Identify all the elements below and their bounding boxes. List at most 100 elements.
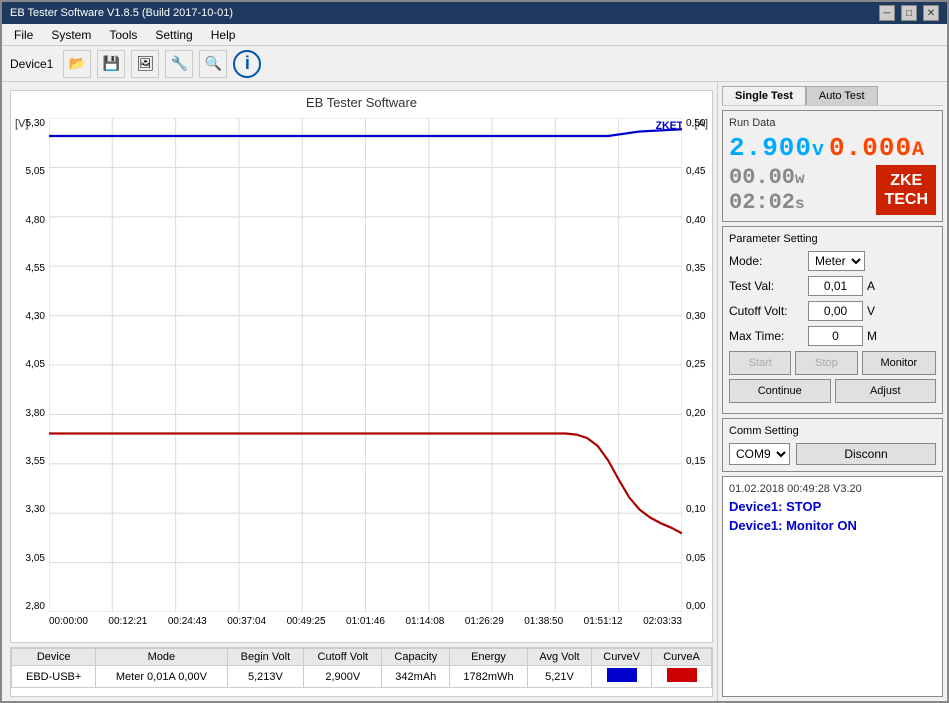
- status-line3: Device1: Monitor ON: [729, 518, 936, 533]
- chart-wrapper: [V] [A] 5,30 5,05 4,80 4,55 4,30 4,05 3,…: [11, 114, 712, 642]
- col-curvea: CurveA: [652, 649, 712, 666]
- param-testval-unit: A: [867, 279, 887, 293]
- col-device: Device: [12, 649, 96, 666]
- y-right-5: 0,25: [686, 359, 705, 370]
- main-window: EB Tester Software V1.8.5 (Build 2017-10…: [0, 0, 949, 703]
- y-right-4: 0,30: [686, 311, 705, 322]
- run-time: 02:02s: [729, 190, 805, 215]
- y-right-6: 0,20: [686, 408, 705, 419]
- y-left-7: 3,55: [26, 456, 45, 467]
- chart-area: EB Tester Software [V] [A] 5,30 5,05 4,8…: [10, 90, 713, 643]
- disconnect-button[interactable]: Disconn: [796, 443, 936, 465]
- run-data-box: Run Data 2.900v 0.000A 00.00w: [722, 110, 943, 222]
- y-right-10: 0,00: [686, 601, 705, 612]
- max-time-input[interactable]: [808, 326, 863, 346]
- y-left-3: 4,55: [26, 263, 45, 274]
- y-left-10: 2,80: [26, 601, 45, 612]
- param-mode-row: Mode: Meter CC CP: [729, 251, 936, 271]
- y-left-0: 5,30: [26, 118, 45, 129]
- continue-button[interactable]: Continue: [729, 379, 831, 403]
- y-right-2: 0,40: [686, 215, 705, 226]
- y-axis-left: 5,30 5,05 4,80 4,55 4,30 4,05 3,80 3,55 …: [11, 118, 49, 612]
- chart-title: EB Tester Software: [11, 91, 712, 114]
- status-line2: Device1: STOP: [729, 499, 936, 514]
- cell-curvea: [652, 666, 712, 688]
- main-content: EB Tester Software [V] [A] 5,30 5,05 4,8…: [2, 82, 947, 701]
- maximize-button[interactable]: □: [901, 5, 917, 21]
- right-panel: Single Test Auto Test Run Data 2.900v 0.…: [717, 82, 947, 701]
- stop-button[interactable]: Stop: [795, 351, 857, 375]
- run-watt: 00.00w: [729, 165, 805, 190]
- menu-tools[interactable]: Tools: [101, 26, 145, 44]
- com-port-select[interactable]: COM9 COM1 COM2 COM3: [729, 443, 790, 465]
- cell-capacity: 342mAh: [382, 666, 450, 688]
- y-left-1: 5,05: [26, 166, 45, 177]
- zke-logo: ZKE TECH: [876, 165, 936, 215]
- col-capacity: Capacity: [382, 649, 450, 666]
- table-row: EBD-USB+ Meter 0,01A 0,00V 5,213V 2,900V…: [12, 666, 712, 688]
- menu-setting[interactable]: Setting: [147, 26, 200, 44]
- tab-auto-test[interactable]: Auto Test: [806, 86, 878, 105]
- cell-begin-volt: 5,213V: [227, 666, 304, 688]
- param-box: Parameter Setting Mode: Meter CC CP Test…: [722, 226, 943, 414]
- y-left-8: 3,30: [26, 504, 45, 515]
- close-button[interactable]: ✕: [923, 5, 939, 21]
- param-cutoff-label: Cutoff Volt:: [729, 304, 804, 318]
- param-maxtime-unit: M: [867, 329, 887, 343]
- y-right-0: 0,50: [686, 118, 705, 129]
- y-right-3: 0,35: [686, 263, 705, 274]
- comm-box: Comm Setting COM9 COM1 COM2 COM3 Disconn: [722, 418, 943, 472]
- zoom-button[interactable]: 🔍: [199, 50, 227, 78]
- y-right-9: 0,05: [686, 553, 705, 564]
- open-button[interactable]: 📂: [63, 50, 91, 78]
- menu-help[interactable]: Help: [203, 26, 244, 44]
- chart-svg: ZKETECH: [49, 118, 682, 612]
- y-right-8: 0,10: [686, 504, 705, 515]
- param-title: Parameter Setting: [729, 233, 936, 245]
- save-button[interactable]: 💾: [97, 50, 125, 78]
- btn-row-2: Continue Adjust: [729, 379, 936, 403]
- toolbar: Device1 📂 💾 🖼 🔧 🔍 i: [2, 46, 947, 82]
- curvev-swatch: [607, 668, 637, 682]
- cell-avg-volt: 5,21V: [527, 666, 591, 688]
- tools-button[interactable]: 🔧: [165, 50, 193, 78]
- y-left-6: 3,80: [26, 408, 45, 419]
- comm-row: COM9 COM1 COM2 COM3 Disconn: [729, 443, 936, 465]
- btn-row-1: Start Stop Monitor: [729, 351, 936, 375]
- adjust-button[interactable]: Adjust: [835, 379, 937, 403]
- minimize-button[interactable]: ─: [879, 5, 895, 21]
- menu-bar: File System Tools Setting Help: [2, 24, 947, 46]
- start-button[interactable]: Start: [729, 351, 791, 375]
- y-right-1: 0,45: [686, 166, 705, 177]
- mode-select[interactable]: Meter CC CP: [808, 251, 865, 271]
- monitor-button[interactable]: Monitor: [862, 351, 936, 375]
- info-button[interactable]: i: [233, 50, 261, 78]
- cell-energy: 1782mWh: [450, 666, 528, 688]
- comm-title: Comm Setting: [729, 425, 936, 437]
- cutoff-volt-input[interactable]: [808, 301, 863, 321]
- test-val-input[interactable]: [808, 276, 863, 296]
- param-maxtime-row: Max Time: M: [729, 326, 936, 346]
- screenshot-button[interactable]: 🖼: [131, 50, 159, 78]
- run-data-row1: 2.900v 0.000A: [729, 133, 936, 163]
- param-testval-row: Test Val: A: [729, 276, 936, 296]
- x-axis: 00:00:00 00:12:21 00:24:43 00:37:04 00:4…: [49, 612, 682, 642]
- y-left-5: 4,05: [26, 359, 45, 370]
- run-voltage: 2.900v: [729, 133, 825, 163]
- svg-text:ZKETECH: ZKETECH: [656, 120, 682, 132]
- col-energy: Energy: [450, 649, 528, 666]
- col-avg-volt: Avg Volt: [527, 649, 591, 666]
- run-data-row2: 00.00w 02:02s ZKE TECH: [729, 165, 936, 215]
- param-mode-label: Mode:: [729, 254, 804, 268]
- menu-system[interactable]: System: [43, 26, 99, 44]
- col-mode: Mode: [96, 649, 227, 666]
- title-bar: EB Tester Software V1.8.5 (Build 2017-10…: [2, 2, 947, 24]
- cell-cutoff-volt: 2,900V: [304, 666, 382, 688]
- menu-file[interactable]: File: [6, 26, 41, 44]
- col-curvev: CurveV: [592, 649, 652, 666]
- tab-single-test[interactable]: Single Test: [722, 86, 806, 105]
- window-title: EB Tester Software V1.8.5 (Build 2017-10…: [10, 7, 233, 19]
- results-table: Device Mode Begin Volt Cutoff Volt Capac…: [11, 648, 712, 688]
- param-maxtime-label: Max Time:: [729, 329, 804, 343]
- data-table: Device Mode Begin Volt Cutoff Volt Capac…: [10, 647, 713, 697]
